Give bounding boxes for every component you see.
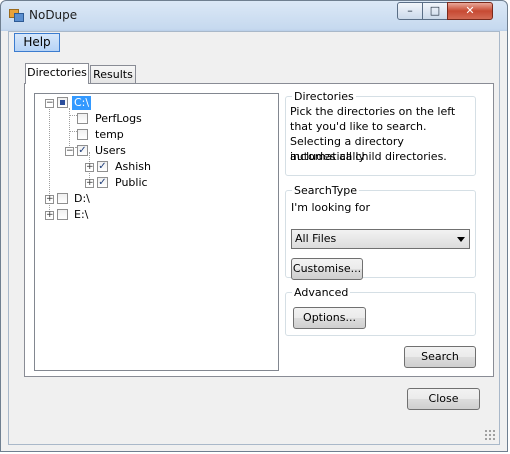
tab-results[interactable]: Results <box>90 65 136 84</box>
tree-label-users: Users <box>95 144 126 157</box>
tree-label-perflogs: PerfLogs <box>95 112 142 125</box>
close-button[interactable]: Close <box>407 388 480 410</box>
menu-bar: Help <box>9 32 499 54</box>
window-title: NoDupe <box>29 8 78 22</box>
tree-label-d-drive: D:\ <box>74 192 90 205</box>
checkbox-e-drive[interactable] <box>57 209 68 220</box>
checkbox-users[interactable]: ✓ <box>77 145 88 156</box>
collapse-icon[interactable]: − <box>65 147 74 156</box>
tab-directories[interactable]: Directories <box>25 63 89 84</box>
resize-grip[interactable] <box>484 429 496 441</box>
tree-node-public[interactable]: + ✓ Public <box>35 176 275 191</box>
customise-button[interactable]: Customise... <box>291 258 363 280</box>
search-button[interactable]: Search <box>404 346 476 368</box>
title-bar[interactable]: NoDupe – □ ✕ <box>1 1 507 31</box>
expand-icon[interactable]: + <box>85 179 94 188</box>
tree-label-e-drive: E:\ <box>74 208 89 221</box>
tree-label-public: Public <box>115 176 148 189</box>
expand-icon[interactable]: + <box>85 163 94 172</box>
checkbox-public[interactable]: ✓ <box>97 177 108 188</box>
directory-tree[interactable]: − C:\ PerfLogs temp − ✓ Users + ✓ Ashish… <box>34 93 279 371</box>
tree-label-temp: temp <box>95 128 124 141</box>
search-type-legend: SearchType <box>292 184 360 197</box>
expand-icon[interactable]: + <box>45 211 54 220</box>
tree-node-temp[interactable]: temp <box>35 128 275 143</box>
checkbox-perflogs[interactable] <box>77 113 88 124</box>
minimize-button[interactable]: – <box>397 2 423 20</box>
checkbox-c-drive[interactable] <box>57 97 68 108</box>
directories-tab-page: − C:\ PerfLogs temp − ✓ Users + ✓ Ashish… <box>24 83 494 377</box>
advanced-legend: Advanced <box>292 286 351 299</box>
tree-label-ashish: Ashish <box>115 160 151 173</box>
advanced-group: Advanced Options... <box>285 286 476 336</box>
chevron-down-icon <box>457 237 465 242</box>
collapse-icon[interactable]: − <box>45 99 54 108</box>
directories-group-legend: Directories <box>292 90 356 103</box>
tree-node-d-drive[interactable]: + D:\ <box>35 192 275 207</box>
checkbox-temp[interactable] <box>77 129 88 140</box>
file-type-select[interactable]: All Files <box>291 229 470 249</box>
maximize-button[interactable]: □ <box>422 2 448 20</box>
app-window: NoDupe – □ ✕ Help Directories Results − <box>0 0 508 452</box>
directories-group: Directories Pick the directories on the … <box>285 90 476 176</box>
search-type-group: SearchType I'm looking for All Files Cus… <box>285 184 476 280</box>
menu-help[interactable]: Help <box>14 33 60 52</box>
help-text-line-4: includes all child directories. <box>290 150 447 163</box>
tree-node-users[interactable]: − ✓ Users <box>35 144 275 159</box>
help-text-line-1: Pick the directories on the left <box>290 105 456 118</box>
app-icon <box>9 9 24 22</box>
file-type-selected: All Files <box>295 232 337 245</box>
checkbox-ashish[interactable]: ✓ <box>97 161 108 172</box>
checkbox-d-drive[interactable] <box>57 193 68 204</box>
tree-label-c-drive: C:\ <box>72 96 92 110</box>
tree-node-perflogs[interactable]: PerfLogs <box>35 112 275 127</box>
looking-for-label: I'm looking for <box>291 201 370 214</box>
tree-node-c-drive[interactable]: − C:\ <box>35 96 275 111</box>
help-text-line-2: that you'd like to search. <box>290 120 427 133</box>
options-button[interactable]: Options... <box>293 307 366 329</box>
tree-node-e-drive[interactable]: + E:\ <box>35 208 275 223</box>
tree-node-ashish[interactable]: + ✓ Ashish <box>35 160 275 175</box>
close-window-button[interactable]: ✕ <box>447 2 493 20</box>
client-area: Help Directories Results − C:\ PerfLogs … <box>8 31 500 445</box>
expand-icon[interactable]: + <box>45 195 54 204</box>
